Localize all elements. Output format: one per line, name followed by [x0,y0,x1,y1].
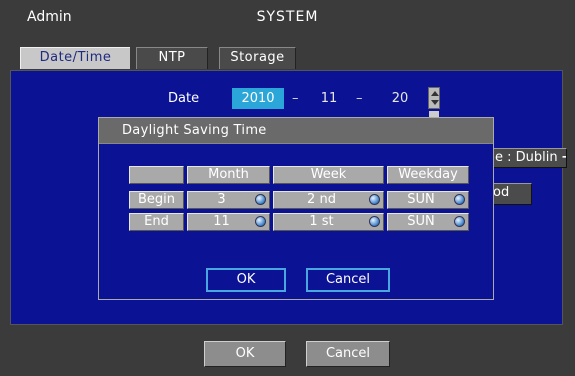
spin-down-icon[interactable] [431,100,439,105]
date-month-field[interactable]: 11 [314,88,344,109]
window-title: SYSTEM [256,9,319,25]
column-header-week: Week [273,166,384,184]
begin-weekday-select[interactable]: SUN [387,191,469,209]
begin-week-select[interactable]: 2 nd [273,191,384,209]
timezone-text: e : Dublin [495,150,558,165]
table-corner [129,166,184,184]
begin-month-value: 3 [217,192,226,207]
date-separator: – [292,91,299,106]
date-day-field[interactable]: 20 [380,88,420,109]
period-button[interactable]: od [490,183,532,205]
date-field[interactable]: 2010 – 11 – 20 [232,88,424,109]
date-label: Date [168,91,200,106]
ok-button[interactable]: OK [204,341,286,367]
dialog-cancel-button[interactable]: Cancel [306,268,390,292]
begin-week-value: 2 nd [307,192,336,207]
end-month-value: 11 [213,214,230,229]
begin-month-select[interactable]: 3 [187,191,270,209]
tab-date-time[interactable]: Date/Time [20,47,130,69]
dropdown-icon[interactable] [255,194,266,205]
dropdown-icon[interactable] [454,216,465,227]
dropdown-icon[interactable] [369,194,380,205]
row-label-end: End [129,213,184,231]
end-weekday-value: SUN [407,214,435,229]
tab-storage[interactable]: Storage [219,47,296,69]
timezone-button[interactable]: e : Dublin ➔ [490,148,567,168]
end-week-select[interactable]: 1 st [273,213,384,231]
date-separator: – [356,91,363,106]
dialog-title-bar: Daylight Saving Time [99,118,493,144]
column-header-weekday: Weekday [387,166,469,184]
row-label-begin: Begin [129,191,184,209]
dropdown-icon[interactable] [454,194,465,205]
begin-weekday-value: SUN [407,192,435,207]
dialog-title: Daylight Saving Time [122,123,267,138]
system-window: Admin SYSTEM Date/Time NTP Storage Date … [0,0,575,376]
tab-ntp[interactable]: NTP [136,47,208,69]
end-week-value: 1 st [309,214,334,229]
spin-up-icon[interactable] [431,91,439,96]
dialog-ok-button[interactable]: OK [206,268,286,292]
dropdown-icon[interactable] [255,216,266,227]
end-weekday-select[interactable]: SUN [387,213,469,231]
arrow-right-icon: ➔ [562,149,566,167]
dropdown-icon[interactable] [369,216,380,227]
period-text: od [493,185,510,200]
date-spinner[interactable] [428,87,440,109]
date-year-field[interactable]: 2010 [232,88,284,109]
title-bar: Admin SYSTEM [0,0,575,34]
end-month-select[interactable]: 11 [187,213,270,231]
cancel-button[interactable]: Cancel [306,341,390,367]
column-header-month: Month [187,166,270,184]
